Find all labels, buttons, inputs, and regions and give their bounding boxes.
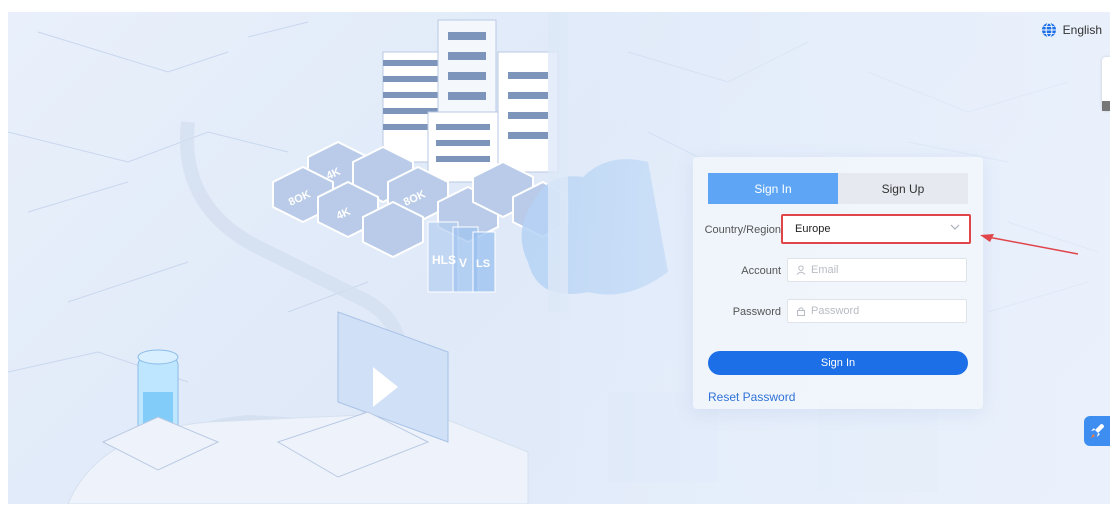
language-switcher[interactable]: English: [1041, 22, 1102, 38]
tab-sign-up[interactable]: Sign Up: [838, 173, 968, 204]
account-label: Account: [741, 265, 781, 277]
side-tab-handle[interactable]: [1102, 57, 1110, 111]
tab-sign-in[interactable]: Sign In: [708, 173, 838, 204]
login-panel: Sign In Sign Up Country/Region Europe Ac…: [693, 157, 983, 409]
chevron-down-icon: [950, 224, 960, 230]
password-field: [787, 299, 967, 323]
sign-in-button[interactable]: Sign In: [708, 351, 968, 375]
rocket-float-button[interactable]: [1084, 416, 1110, 446]
auth-tabs: Sign In Sign Up: [708, 173, 968, 204]
region-row: Country/Region Europe: [693, 214, 983, 244]
region-value: Europe: [795, 223, 831, 235]
globe-icon: [1041, 22, 1056, 38]
server-rack-group: [382, 19, 559, 183]
card-label: V: [459, 256, 467, 270]
card-label: LS: [476, 258, 490, 270]
red-arrow-icon: [980, 234, 1079, 255]
video-cards: HLS V LS: [427, 221, 496, 293]
email-input[interactable]: [806, 264, 958, 276]
region-label: Country/Region: [704, 224, 781, 236]
region-select[interactable]: Europe: [781, 214, 971, 244]
password-row: Password: [693, 299, 983, 325]
password-label: Password: [732, 306, 781, 318]
language-label: English: [1062, 23, 1102, 37]
rocket-icon: [1091, 424, 1104, 438]
account-row: Account: [693, 258, 983, 284]
reset-password-link[interactable]: Reset Password: [708, 390, 795, 404]
password-input[interactable]: [806, 305, 958, 317]
lock-icon: [797, 307, 805, 316]
card-label: HLS: [432, 253, 456, 267]
user-icon: [796, 265, 806, 275]
account-field: [787, 258, 967, 282]
login-page: 4K 8OK 4K 8OK HLS V LS English Sign In S…: [8, 12, 1110, 504]
